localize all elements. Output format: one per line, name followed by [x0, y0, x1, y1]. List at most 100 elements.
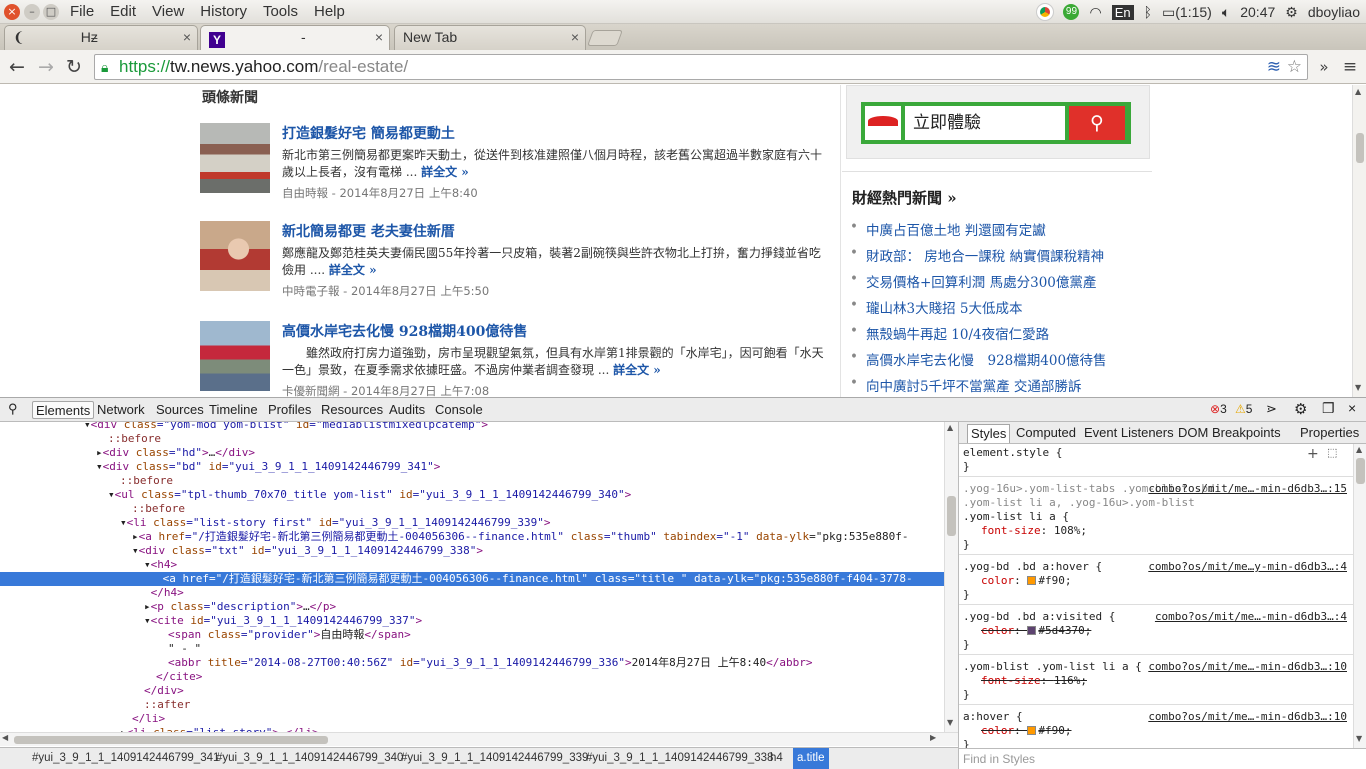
chat-icon[interactable]: 99 [1063, 4, 1080, 20]
dom-node[interactable]: </div> [0, 684, 944, 698]
inspect-search-icon[interactable]: ⚲ [8, 401, 18, 417]
ad-search-button[interactable]: ⚲ [1069, 106, 1125, 140]
forward-button[interactable]: → [34, 55, 58, 79]
story-thumbnail[interactable] [200, 123, 270, 193]
story-thumbnail[interactable] [200, 321, 270, 391]
menu-edit[interactable]: Edit [110, 0, 136, 24]
menu-view[interactable]: View [152, 0, 184, 24]
dom-node[interactable]: ▾<div class="txt" id="yui_3_9_1_1_140914… [0, 544, 944, 558]
devtools-tab-sources[interactable]: Sources [153, 401, 207, 419]
hot-news-item[interactable]: 中廣占百億土地 判還國有定讞 [842, 219, 1152, 245]
gear-icon[interactable]: ⚙ [1285, 4, 1298, 21]
scroll-up-icon[interactable]: ▲ [1356, 445, 1362, 454]
scroll-up-icon[interactable]: ▲ [947, 423, 953, 432]
minimize-window-icon[interactable]: – [24, 4, 40, 20]
settings-gear-icon[interactable]: ⚙ [1294, 400, 1307, 418]
reload-button[interactable]: ↻ [62, 55, 86, 79]
new-tab-button[interactable] [587, 30, 623, 46]
hot-news-item[interactable]: 向中廣討5千坪不當黨產 交通部勝訴 [842, 375, 1152, 397]
keyboard-indicator[interactable]: En [1111, 4, 1134, 20]
wifi-icon[interactable]: ◠ [1089, 4, 1101, 21]
page-scrollbar[interactable]: ▲ ▼ [1352, 85, 1366, 397]
menu-tools[interactable]: Tools [263, 0, 298, 24]
bluetooth-icon[interactable]: ᛒ [1144, 4, 1152, 20]
dom-node[interactable]: </cite> [0, 670, 944, 684]
dom-node[interactable]: <abbr title="2014-08-27T00:40:56Z" id="y… [0, 656, 944, 670]
elements-dom-tree[interactable]: ▾<div class="yom-mod yom-blist" id="medi… [0, 422, 944, 732]
warning-count[interactable]: ⚠5 [1235, 402, 1252, 416]
devtools-tab-audits[interactable]: Audits [386, 401, 428, 419]
dock-icon[interactable]: ❐ [1322, 400, 1335, 417]
scroll-right-icon[interactable]: ▶ [930, 733, 936, 742]
scroll-thumb[interactable] [14, 736, 328, 744]
close-devtools-icon[interactable]: × [1348, 400, 1356, 416]
hot-news-item[interactable]: 財政部： 房地合一課稅 納實價課稅精神 [842, 245, 1152, 271]
hot-news-item[interactable]: 交易價格+回算利潤 馬處分300億黨產 [842, 271, 1152, 297]
style-property[interactable]: color: #f90; [963, 724, 1351, 738]
dom-node[interactable]: ::before [0, 432, 944, 446]
clock[interactable]: 20:47 [1240, 4, 1275, 20]
volume-icon[interactable]: 🔈︎ [1222, 4, 1230, 21]
sidebar-tab-event-listeners[interactable]: Event Listeners [1081, 424, 1177, 443]
read-more-link[interactable]: 詳全文 » [329, 263, 377, 277]
dom-node[interactable]: ::after [0, 698, 944, 712]
devtools-tab-resources[interactable]: Resources [318, 401, 386, 419]
styles-scrollbar[interactable]: ▲ ▼ [1353, 444, 1366, 748]
story-thumbnail[interactable] [200, 221, 270, 291]
dom-node[interactable]: ▾<h4> [0, 558, 944, 572]
dom-node[interactable]: ▾<li class="list-story first" id="yui_3_… [0, 516, 944, 530]
error-count[interactable]: ⊗3 [1210, 402, 1227, 416]
dom-node[interactable]: ::before [0, 502, 944, 516]
dom-node[interactable]: ▸<p class="description">…</p> [0, 600, 944, 614]
extension-icon[interactable]: ≋ [1267, 55, 1281, 79]
battery-indicator[interactable]: ▭(1:15) [1162, 4, 1212, 21]
username[interactable]: dboyliao [1308, 4, 1360, 20]
dom-node-selected[interactable]: <a href="/打造銀髮好宅-新北第三例簡易都更動土-004056306--… [0, 572, 944, 586]
dom-node[interactable]: ▸<a href="/打造銀髮好宅-新北第三例簡易都更動土-004056306-… [0, 530, 944, 544]
tab-yahoo[interactable]: Y - × [200, 25, 390, 51]
element-state-icon[interactable]: ⬚ [1327, 446, 1337, 459]
breadcrumb-item[interactable]: #yui_3_9_1_1_1409142446799_338 [582, 748, 777, 769]
dom-vertical-scrollbar[interactable]: ▲ ▼ [944, 422, 958, 732]
back-button[interactable]: ← [5, 55, 29, 79]
maximize-window-icon[interactable]: □ [43, 4, 59, 20]
devtools-tab-timeline[interactable]: Timeline [206, 401, 261, 419]
story-title-link[interactable]: 高價水岸宅去化慢 928檔期400億待售 [282, 321, 527, 341]
devtools-tab-console[interactable]: Console [432, 401, 486, 419]
color-swatch-icon[interactable] [1027, 726, 1037, 735]
ad-input[interactable]: 立即體驗 [905, 106, 1065, 140]
sidebar-tab-properties[interactable]: Properties [1297, 424, 1362, 443]
scroll-down-icon[interactable]: ▼ [1356, 734, 1362, 743]
scroll-down-icon[interactable]: ▼ [947, 718, 953, 727]
ad-box[interactable]: 立即體驗 ⚲ [846, 85, 1150, 159]
rule-source-link[interactable]: combo?os/mit/me…y-min-d6db3…:4 [1148, 560, 1347, 574]
hot-news-title[interactable]: 財經熱門新聞 » [852, 187, 957, 208]
hot-news-item[interactable]: 高價水岸宅去化慢 928檔期400億待售 [842, 349, 1152, 375]
read-more-link[interactable]: 詳全文 » [421, 165, 469, 179]
scroll-thumb[interactable] [1356, 458, 1365, 484]
bookmark-star-icon[interactable]: ☆ [1287, 55, 1302, 79]
story-title-link[interactable]: 新北簡易都更 老夫妻住新厝 [282, 221, 455, 241]
dom-node[interactable]: </h4> [0, 586, 944, 600]
tab-close-icon[interactable]: × [571, 26, 579, 49]
dom-node[interactable]: ▾<cite id="yui_3_9_1_1_1409142446799_337… [0, 614, 944, 628]
menu-icon[interactable]: ≡ [1338, 55, 1362, 79]
styles-rules[interactable]: element.style {} .yog-16u>.yom-list-tabs … [959, 444, 1353, 748]
scroll-down-icon[interactable]: ▼ [1355, 383, 1361, 392]
tab-close-icon[interactable]: × [375, 26, 383, 49]
dom-horizontal-scrollbar[interactable]: ◀ ▶ [0, 732, 958, 746]
dom-node[interactable]: " - " [0, 642, 944, 656]
scroll-left-icon[interactable]: ◀ [2, 733, 8, 742]
style-property[interactable]: font-size: 108%; [963, 524, 1351, 538]
hot-news-item[interactable]: 無殼蝸牛再起 10/4夜宿仁愛路 [842, 323, 1152, 349]
breadcrumb-item[interactable]: #yui_3_9_1_1_1409142446799_340 [212, 748, 407, 769]
address-bar[interactable]: 🔒︎ https://tw.news.yahoo.com/real-estate… [94, 54, 1308, 80]
menu-help[interactable]: Help [314, 0, 345, 24]
breadcrumb-item[interactable]: #yui_3_9_1_1_1409142446799_341 [28, 748, 223, 769]
console-toggle-icon[interactable]: ⋗ [1266, 401, 1277, 417]
overflow-chevron-icon[interactable]: » [1312, 55, 1336, 79]
tab-first[interactable]: ❨ Hƶ × [4, 25, 198, 50]
menu-file[interactable]: File [70, 0, 94, 24]
hot-news-item[interactable]: 瓏山林3大賤招 5大低成本 [842, 297, 1152, 323]
dom-node[interactable]: <span class="provider">自由時報</span> [0, 628, 944, 642]
